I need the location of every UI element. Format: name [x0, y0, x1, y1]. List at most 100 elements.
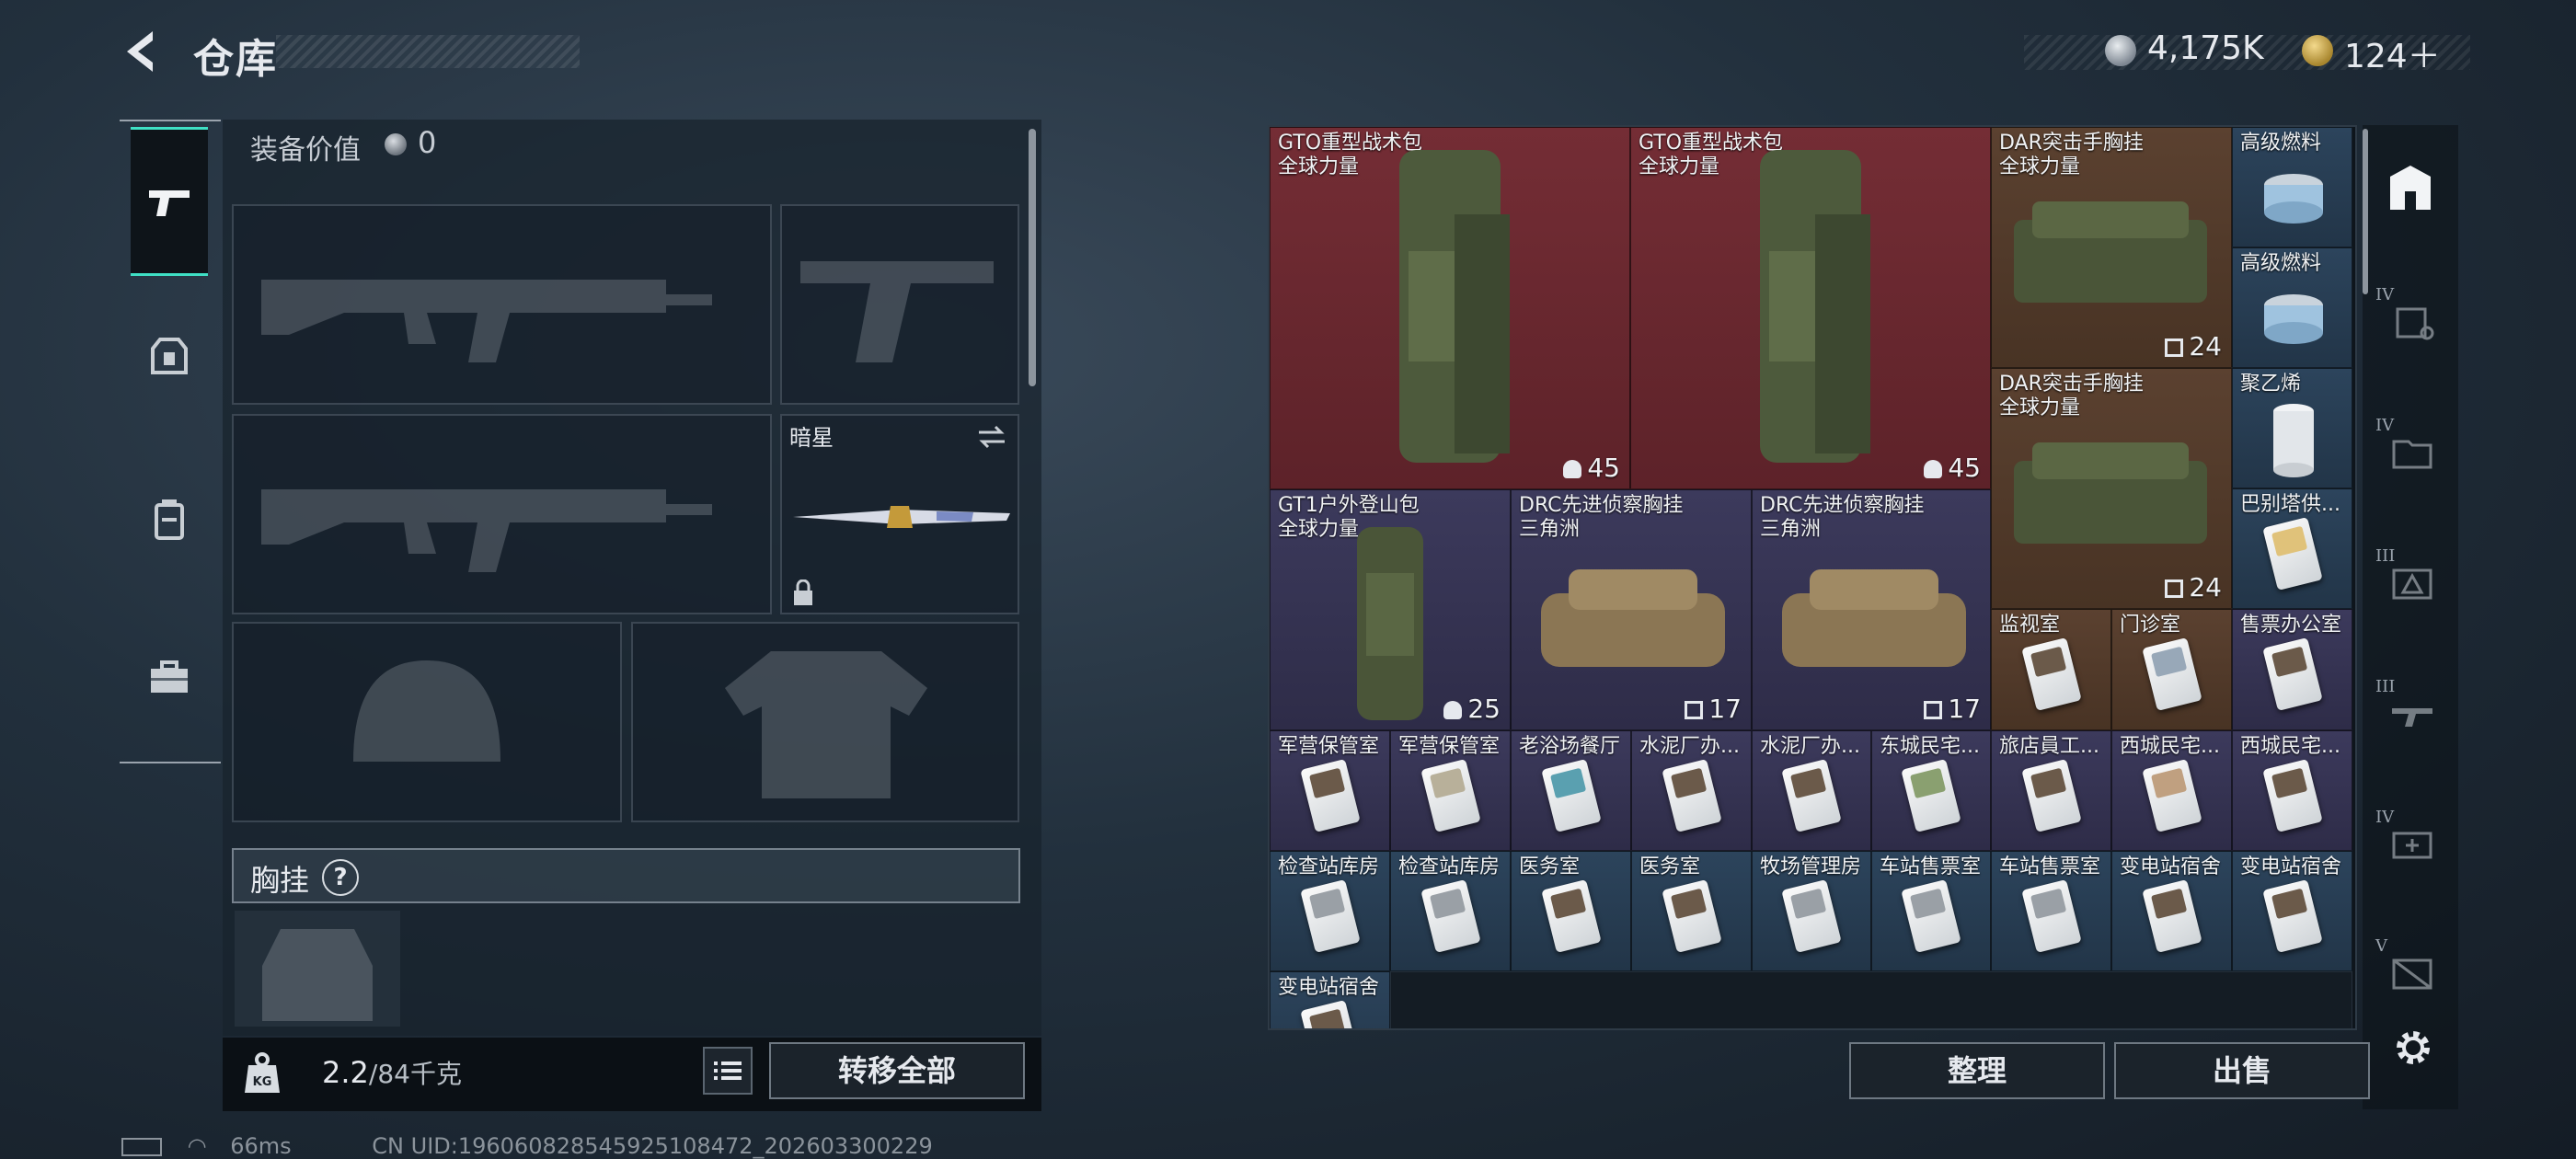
back-icon[interactable]	[118, 28, 166, 75]
settings-gear-icon[interactable]	[2388, 1023, 2438, 1073]
stash-item[interactable]: DAR突击手胸挂 全球力量 24	[1991, 368, 2232, 609]
chest-rig-slot[interactable]	[235, 911, 400, 1027]
item-name: DRC先进侦察胸挂	[1760, 494, 1925, 517]
stash-item[interactable]: 军营保管室	[1270, 730, 1390, 851]
premium-amount[interactable]: 124＋	[2344, 29, 2441, 77]
warning-box-icon	[2392, 568, 2432, 600]
stash-item[interactable]: 门诊室	[2111, 609, 2232, 730]
armor-slot[interactable]	[631, 622, 1019, 822]
list-view-button[interactable]	[703, 1047, 753, 1095]
keycard-icon	[1299, 758, 1361, 832]
stash-item[interactable]: 医务室	[1511, 851, 1631, 971]
stash-item[interactable]: DRC先进侦察胸挂 三角洲 17	[1511, 489, 1752, 730]
item-name: 医务室	[1639, 855, 1701, 878]
equipment-scrollbar[interactable]	[1029, 129, 1036, 386]
stash-item[interactable]: GTO重型战术包 全球力量 45	[1270, 127, 1630, 489]
tier-4-tab[interactable]: IV	[2375, 416, 2440, 476]
stash-item[interactable]: 高级燃料	[2232, 127, 2352, 247]
melee-slot[interactable]: 暗星	[780, 414, 1019, 614]
lock-icon	[794, 580, 812, 605]
item-name: 高级燃料	[2240, 252, 2322, 275]
stash-item[interactable]: DRC先进侦察胸挂 三角洲 17	[1752, 489, 1991, 730]
keycard-icon	[2261, 758, 2323, 832]
sell-button[interactable]: 出售	[2114, 1042, 2370, 1099]
stash-home-icon[interactable]	[2383, 160, 2438, 215]
stash-item[interactable]: 车站售票室	[1871, 851, 1991, 971]
item-name: 巴别塔供...	[2240, 493, 2340, 516]
keycard-icon	[1901, 758, 1961, 832]
backpack-icon	[2396, 307, 2434, 340]
tier-4-tab[interactable]: IV	[2375, 808, 2440, 868]
stash-item[interactable]: 水泥厂办...	[1631, 730, 1752, 851]
stash-item[interactable]: 旅店員工...	[1991, 730, 2111, 851]
stash-item[interactable]: 东城民宅...	[1871, 730, 1991, 851]
keycard-icon	[1540, 878, 1602, 953]
item-name: 监视室	[1999, 614, 2061, 637]
stash-item[interactable]: 西城民宅...	[2111, 730, 2232, 851]
tier-3-tab[interactable]: III	[2375, 677, 2440, 738]
stash-item[interactable]: 老浴场餐厅	[1511, 730, 1631, 851]
slots-icon	[2165, 580, 2184, 598]
silver-coin-icon	[2105, 35, 2136, 66]
stash-item[interactable]: 牧场管理房	[1752, 851, 1871, 971]
stash-item[interactable]: 西城民宅...	[2232, 730, 2352, 851]
tier-4-tab[interactable]: IV	[2375, 285, 2440, 346]
stash-item[interactable]: 聚乙烯	[2232, 368, 2352, 488]
stash-item[interactable]: DAR突击手胸挂 全球力量 24	[1991, 127, 2232, 368]
secondary-weapon-slot[interactable]	[232, 414, 772, 614]
stash-item[interactable]: 变电站宿舍	[2111, 851, 2232, 971]
help-icon[interactable]: ?	[322, 859, 359, 896]
keycard-icon	[2141, 758, 2202, 832]
uid: CN UID:1960608285459251084​72_2026033002…	[372, 1133, 933, 1159]
helmet-slot[interactable]	[232, 622, 622, 822]
tier-label: IV	[2375, 285, 2395, 304]
empty-stash-space[interactable]	[1390, 971, 2352, 1028]
armor-category-tab[interactable]	[131, 326, 208, 390]
gun-icon	[2392, 708, 2432, 727]
stash-scrollbar[interactable]	[2363, 129, 2368, 294]
list-icon	[714, 1061, 742, 1080]
tier-5-tab[interactable]: V	[2375, 936, 2440, 997]
item-name: 牧场管理房	[1760, 855, 1862, 878]
sidearm-slot[interactable]	[780, 204, 1019, 405]
stash-item[interactable]: 医务室	[1631, 851, 1752, 971]
weight-icon: KG	[245, 1052, 280, 1093]
tier-label: III	[2375, 546, 2396, 566]
item-name: 东城民宅...	[1880, 735, 1980, 758]
slots-icon	[1924, 701, 1943, 719]
stash-item[interactable]: 售票办公室	[2232, 609, 2352, 730]
stash-item[interactable]: 高级燃料	[2232, 247, 2352, 368]
tier-3-tab[interactable]: III	[2375, 546, 2440, 607]
keycard-icon	[2261, 878, 2323, 953]
stash-item[interactable]: GTO重型战术包 全球力量 45	[1630, 127, 1991, 489]
stash-item[interactable]: 军营保管室	[1390, 730, 1511, 851]
item-capacity: 45	[1587, 453, 1620, 483]
keycard-icon	[1420, 758, 1481, 832]
stash-item[interactable]: 巴别塔供...	[2232, 488, 2352, 609]
rifle-icon	[261, 280, 712, 362]
item-name: 西城民宅...	[2120, 735, 2220, 758]
sort-button[interactable]: 整理	[1849, 1042, 2105, 1099]
weapon-category-tab[interactable]	[131, 169, 208, 234]
stash-item[interactable]: 水泥厂办...	[1752, 730, 1871, 851]
case-category-tab[interactable]	[131, 646, 208, 710]
chest-rig-icon	[2014, 442, 2207, 544]
stash-grid: GTO重型战术包 全球力量 45 GTO重型战术包 全球力量 45 DAR突击手胸挂…	[1268, 125, 2357, 1030]
stash-item[interactable]: 检查站库房	[1270, 851, 1390, 971]
vest-icon	[151, 338, 188, 374]
stash-item[interactable]: GT1户外登山包 全球力量 25	[1270, 489, 1511, 730]
transfer-all-button[interactable]: 转移全部	[769, 1042, 1025, 1099]
item-subname: 三角洲	[1760, 518, 1822, 541]
stash-item[interactable]: 检查站库房	[1390, 851, 1511, 971]
wifi-icon: ◠	[187, 1133, 207, 1159]
stash-item[interactable]: 变电站宿舍	[1270, 971, 1390, 1028]
crate-icon	[2392, 958, 2432, 990]
stash-item[interactable]: 监视室	[1991, 609, 2111, 730]
item-name: DAR突击手胸挂	[1999, 373, 2144, 396]
stash-item[interactable]: 变电站宿舍	[2232, 851, 2352, 971]
primary-weapon-slot[interactable]	[232, 204, 772, 405]
backpack-category-tab[interactable]	[131, 488, 208, 552]
tier-label: IV	[2375, 808, 2395, 827]
stash-item[interactable]: 车站售票室	[1991, 851, 2111, 971]
swap-icon[interactable]	[975, 423, 1008, 451]
